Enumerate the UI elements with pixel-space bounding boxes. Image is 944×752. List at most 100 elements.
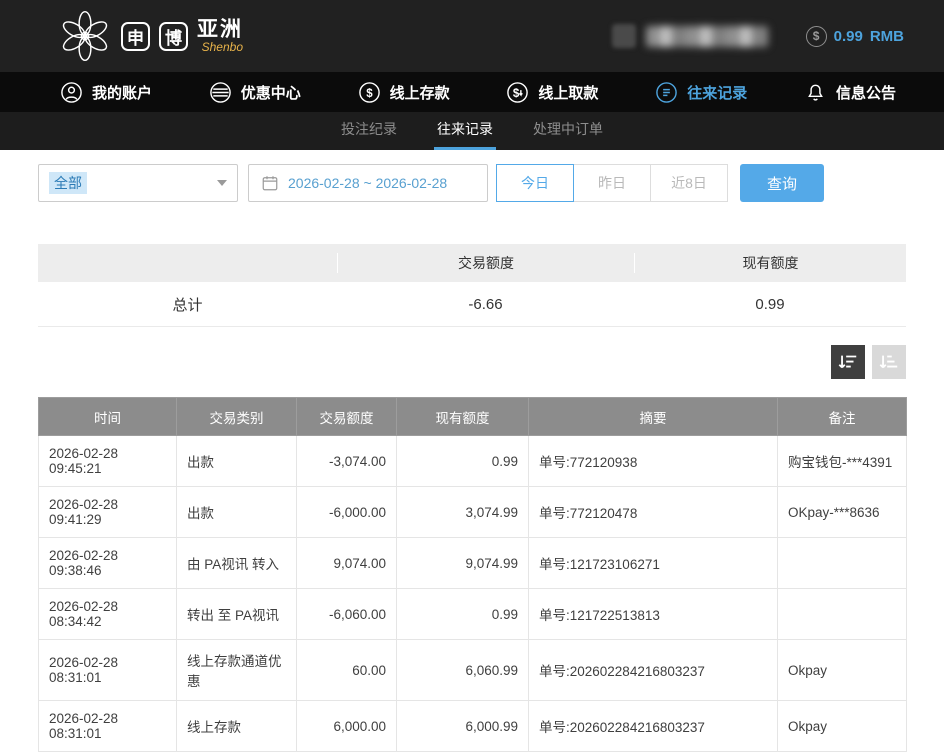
cell-time: 2026-02-28 08:34:42 — [39, 589, 177, 640]
cell-amount: -6,060.00 — [297, 589, 397, 640]
logo-char-shen: 申 — [121, 22, 150, 51]
summary-total-label: 总计 — [38, 294, 337, 315]
cell-type: 转出 至 PA视讯 — [177, 589, 297, 640]
site-logo[interactable]: 申 博 亚洲 Shenbo — [58, 9, 243, 63]
cell-time: 2026-02-28 09:38:46 — [39, 538, 177, 589]
user-area: $ 0.99 RMB — [612, 24, 904, 48]
withdraw-icon: $ — [506, 81, 529, 104]
summary-total-row: 总计 -6.66 0.99 — [38, 282, 906, 327]
cell-amount: 6,000.00 — [297, 701, 397, 752]
logo-text: 亚洲 Shenbo — [197, 19, 243, 54]
svg-text:$: $ — [366, 87, 373, 99]
cell-summary: 单号:121723106271 — [529, 538, 778, 589]
records-icon — [655, 81, 678, 104]
summary-header-transaction: 交易额度 — [337, 253, 634, 273]
nav-item-announcements[interactable]: 信息公告 — [804, 81, 896, 104]
cell-type: 由 PA视讯 转入 — [177, 538, 297, 589]
nav-item-withdraw[interactable]: $ 线上取款 — [506, 81, 598, 104]
summary-header-balance: 现有额度 — [634, 253, 906, 273]
logo-char-bo: 博 — [159, 22, 188, 51]
nav-label: 往来记录 — [687, 82, 747, 103]
cell-type: 出款 — [177, 487, 297, 538]
bell-icon — [804, 81, 827, 104]
cell-note — [778, 589, 907, 640]
records-table: 时间 交易类别 交易额度 现有额度 摘要 备注 2026-02-28 09:45… — [38, 397, 907, 752]
date-range-value: 2026-02-28 ~ 2026-02-28 — [288, 175, 447, 191]
quick-range-group: 今日 昨日 近8日 — [496, 164, 728, 202]
cell-balance: 6,000.99 — [397, 701, 529, 752]
type-select-value: 全部 — [49, 172, 87, 194]
nav-item-deposit[interactable]: $ 线上存款 — [358, 81, 450, 104]
nav-label: 优惠中心 — [241, 82, 301, 103]
cell-type: 线上存款通道优惠 — [177, 640, 297, 701]
cell-summary: 单号:202602284216803237 — [529, 640, 778, 701]
tab-processing-orders[interactable]: 处理中订单 — [530, 112, 606, 150]
cell-note — [778, 538, 907, 589]
col-header-note: 备注 — [778, 398, 907, 436]
site-header: 申 博 亚洲 Shenbo $ 0.99 RMB — [0, 0, 944, 72]
dollar-icon: $ — [806, 26, 827, 47]
table-row: 2026-02-28 09:41:29 出款 -6,000.00 3,074.9… — [39, 487, 907, 538]
cell-balance: 0.99 — [397, 436, 529, 487]
type-select[interactable]: 全部 — [38, 164, 238, 202]
tab-betting-records[interactable]: 投注纪录 — [338, 112, 400, 150]
cell-note: 购宝钱包-***4391 — [778, 436, 907, 487]
balance: $ 0.99 RMB — [806, 26, 904, 47]
calendar-icon — [261, 174, 279, 192]
quick-last8days-button[interactable]: 近8日 — [650, 164, 728, 202]
promo-icon — [209, 81, 232, 104]
table-row: 2026-02-28 08:31:01 线上存款通道优惠 60.00 6,060… — [39, 640, 907, 701]
col-header-time: 时间 — [39, 398, 177, 436]
filter-bar: 全部 2026-02-28 ~ 2026-02-28 今日 昨日 近8日 查询 — [38, 164, 906, 202]
cell-note: Okpay — [778, 701, 907, 752]
table-row: 2026-02-28 08:34:42 转出 至 PA视讯 -6,060.00 … — [39, 589, 907, 640]
cell-summary: 单号:121722513813 — [529, 589, 778, 640]
sort-descending-button[interactable] — [831, 345, 865, 379]
search-button[interactable]: 查询 — [740, 164, 824, 202]
sub-nav: 投注纪录 往来记录 处理中订单 — [0, 112, 944, 150]
col-header-amount: 交易额度 — [297, 398, 397, 436]
cell-type: 出款 — [177, 436, 297, 487]
date-range-picker[interactable]: 2026-02-28 ~ 2026-02-28 — [248, 164, 488, 202]
cell-type: 线上存款 — [177, 701, 297, 752]
cell-balance: 3,074.99 — [397, 487, 529, 538]
logo-region: 亚洲 — [197, 19, 243, 41]
cell-summary: 单号:772120478 — [529, 487, 778, 538]
flower-logo-icon — [58, 9, 112, 63]
chevron-down-icon — [217, 180, 227, 186]
cell-balance: 6,060.99 — [397, 640, 529, 701]
records-header-row: 时间 交易类别 交易额度 现有额度 摘要 备注 — [39, 398, 907, 436]
deposit-icon: $ — [358, 81, 381, 104]
nav-label: 信息公告 — [836, 82, 896, 103]
cell-note: OKpay-***8636 — [778, 487, 907, 538]
cell-note: Okpay — [778, 640, 907, 701]
nav-item-transaction-records[interactable]: 往来记录 — [655, 81, 747, 104]
quick-yesterday-button[interactable]: 昨日 — [573, 164, 651, 202]
table-row: 2026-02-28 09:45:21 出款 -3,074.00 0.99 单号… — [39, 436, 907, 487]
cell-summary: 单号:202602284216803237 — [529, 701, 778, 752]
nav-label: 我的账户 — [92, 82, 152, 103]
cell-amount: 9,074.00 — [297, 538, 397, 589]
sort-controls — [38, 345, 906, 379]
sort-ascending-icon — [878, 351, 900, 373]
nav-item-promotions[interactable]: 优惠中心 — [209, 81, 301, 104]
cell-balance: 0.99 — [397, 589, 529, 640]
sort-descending-icon — [837, 351, 859, 373]
tab-transaction-records[interactable]: 往来记录 — [434, 112, 496, 150]
logo-brand-sub: Shenbo — [202, 41, 243, 54]
svg-text:$: $ — [513, 87, 520, 99]
col-header-balance: 现有额度 — [397, 398, 529, 436]
main-nav: 我的账户 优惠中心 $ 线上存款 $ 线上取款 往来记录 信息公告 — [0, 72, 944, 112]
balance-amount: 0.99 — [834, 28, 863, 45]
sort-ascending-button[interactable] — [872, 345, 906, 379]
cell-time: 2026-02-28 09:45:21 — [39, 436, 177, 487]
summary-header-row: 交易额度 现有额度 — [38, 244, 906, 282]
cell-time: 2026-02-28 09:41:29 — [39, 487, 177, 538]
nav-item-my-account[interactable]: 我的账户 — [60, 81, 152, 104]
balance-currency: RMB — [870, 28, 904, 45]
summary-total-balance: 0.99 — [634, 296, 906, 313]
quick-today-button[interactable]: 今日 — [496, 164, 574, 202]
table-row: 2026-02-28 08:31:01 线上存款 6,000.00 6,000.… — [39, 701, 907, 752]
username-redacted — [646, 26, 768, 47]
cell-time: 2026-02-28 08:31:01 — [39, 701, 177, 752]
